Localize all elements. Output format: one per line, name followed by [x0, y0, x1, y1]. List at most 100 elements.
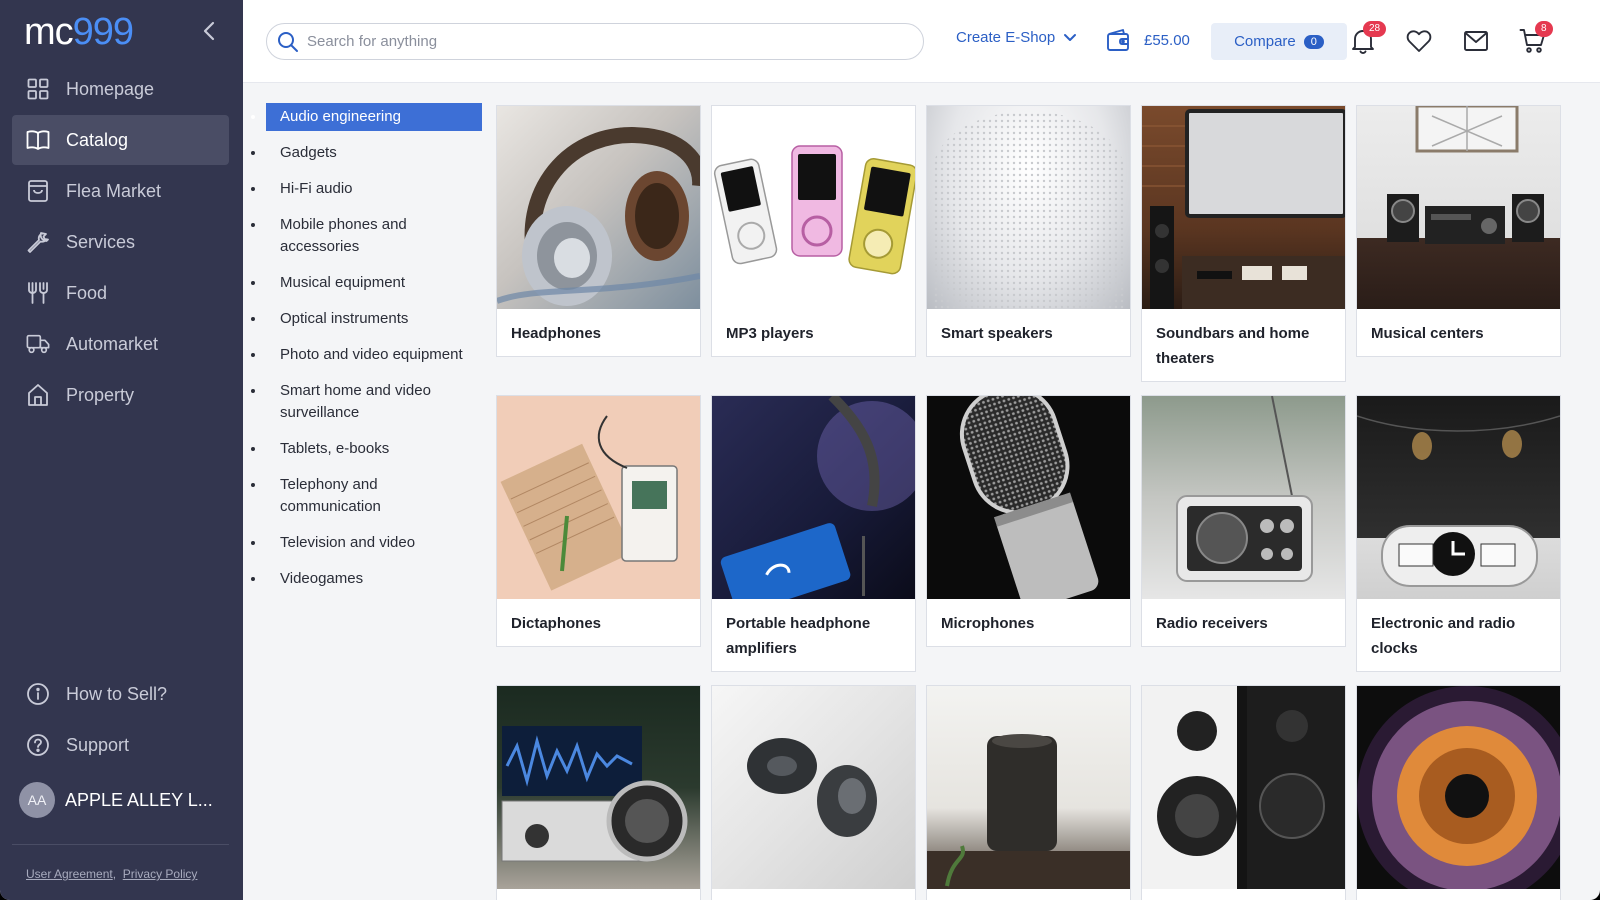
subcategory-label: [497, 889, 700, 900]
category-item-smart-home[interactable]: Smart home and video surveillance: [266, 373, 482, 431]
search-input[interactable]: [307, 33, 907, 50]
compare-label: Compare: [1234, 33, 1296, 50]
subcategory-label: Portable headphone amplifiers: [726, 615, 871, 657]
user-name: APPLE ALLEY L...: [65, 789, 213, 810]
subcategory-label: Smart speakers: [941, 325, 1053, 342]
create-eshop-dropdown[interactable]: Create E-Shop: [956, 29, 1077, 46]
category-item-gadgets[interactable]: Gadgets: [266, 135, 482, 171]
sidebar-item-how-to-sell[interactable]: How to Sell?: [12, 669, 229, 719]
grid-icon: [26, 77, 50, 101]
category-item-television[interactable]: Television and video: [266, 525, 482, 561]
subcategory-card-musical-centers[interactable]: Musical centers: [1356, 105, 1561, 357]
mail-icon: [1464, 31, 1488, 51]
subcategory-label: MP3 players: [726, 325, 814, 342]
subcategory-card-row3-4[interactable]: [1141, 685, 1346, 900]
user-agreement-link[interactable]: User Agreement: [26, 867, 113, 881]
sidebar-item-property[interactable]: Property: [12, 370, 229, 420]
musical-centers-image: [1357, 106, 1560, 309]
favorites-button[interactable]: [1405, 27, 1433, 55]
book-icon: [26, 128, 50, 152]
sidebar-item-support[interactable]: Support: [12, 720, 229, 770]
sidebar-item-label: Automarket: [66, 333, 159, 354]
mp3-players-image: [712, 106, 915, 309]
sidebar: mc 999 Homepage Catalog Flea Market Serv…: [0, 0, 243, 900]
earbuds-image: [712, 686, 915, 889]
subcategory-label: Soundbars and home theaters: [1156, 325, 1310, 367]
user-profile[interactable]: AA APPLE ALLEY L...: [19, 782, 229, 818]
wallet-balance[interactable]: £55.00: [1106, 28, 1190, 52]
subcategory-label: [712, 889, 915, 900]
subcategory-card-headphones[interactable]: Headphones: [496, 105, 701, 357]
subcategory-label: Radio receivers: [1156, 615, 1268, 632]
logo-number-text: 999: [72, 11, 134, 53]
category-item-telephony[interactable]: Telephony and communication: [266, 467, 482, 525]
sidebar-item-homepage[interactable]: Homepage: [12, 64, 229, 114]
subcategory-card-microphones[interactable]: Microphones: [926, 395, 1131, 647]
category-item-photo-video[interactable]: Photo and video equipment: [266, 337, 482, 373]
category-item-videogames[interactable]: Videogames: [266, 561, 482, 597]
sidebar-item-automarket[interactable]: Automarket: [12, 319, 229, 369]
sidebar-nav: Homepage Catalog Flea Market Services Fo…: [12, 64, 229, 421]
cart-count-badge: 8: [1535, 21, 1553, 37]
messages-button[interactable]: [1462, 27, 1490, 55]
subcategory-card-soundbars[interactable]: Soundbars and home theaters: [1141, 105, 1346, 382]
category-list: Audio engineering Gadgets Hi-Fi audio Mo…: [266, 103, 482, 597]
search-icon: [278, 31, 298, 52]
category-item-mobile-phones[interactable]: Mobile phones and accessories: [266, 207, 482, 265]
category-item-hifi-audio[interactable]: Hi-Fi audio: [266, 171, 482, 207]
subcategory-card-mp3-players[interactable]: MP3 players: [711, 105, 916, 357]
sidebar-item-label: Property: [66, 384, 135, 405]
avatar: AA: [19, 782, 55, 818]
sidebar-item-food[interactable]: Food: [12, 268, 229, 318]
bag-icon: [26, 179, 50, 203]
subcategory-card-row3-5[interactable]: [1356, 685, 1561, 900]
subcategory-card-clocks[interactable]: Electronic and radio clocks: [1356, 395, 1561, 672]
subcategory-card-row3-2[interactable]: [711, 685, 916, 900]
notifications-count-badge: 28: [1363, 21, 1387, 37]
subcategory-label: Headphones: [511, 325, 602, 342]
compare-count-badge: 0: [1303, 34, 1324, 49]
heart-icon: [1406, 30, 1432, 52]
smart-speakers-image: [927, 106, 1130, 309]
help-icon: [26, 733, 50, 757]
subcategory-label: Microphones: [941, 615, 1035, 632]
logo-mc-text: mc: [24, 11, 74, 53]
footer-links: User Agreement, Privacy Policy: [26, 867, 197, 881]
category-item-tablets[interactable]: Tablets, e-books: [266, 431, 482, 467]
truck-icon: [26, 332, 50, 356]
collapse-sidebar-button[interactable]: [197, 18, 221, 44]
cart-button[interactable]: 8: [1519, 21, 1553, 55]
subcategory-card-row3-1[interactable]: [496, 685, 701, 900]
sidebar-item-flea-market[interactable]: Flea Market: [12, 166, 229, 216]
privacy-policy-link[interactable]: Privacy Policy: [123, 867, 198, 881]
subcategory-label: [1142, 889, 1345, 900]
sidebar-item-label: Services: [66, 231, 136, 252]
sidebar-item-label: Support: [66, 734, 130, 755]
subcategory-label: Musical centers: [1371, 325, 1484, 342]
sidebar-bottom-nav: How to Sell? Support: [12, 669, 229, 771]
wallet-amount: £55.00: [1144, 31, 1190, 49]
search-box[interactable]: [266, 23, 924, 60]
sidebar-item-catalog[interactable]: Catalog: [12, 115, 229, 165]
fork-knife-icon: [26, 281, 50, 305]
compare-button[interactable]: Compare 0: [1211, 23, 1347, 60]
logo[interactable]: mc 999: [24, 11, 134, 53]
smart-speaker-cube-image: [927, 686, 1130, 889]
category-item-optical-instruments[interactable]: Optical instruments: [266, 301, 482, 337]
subcategory-card-headphone-amplifiers[interactable]: Portable headphone amplifiers: [711, 395, 916, 672]
loudspeakers-image: [1142, 686, 1345, 889]
sidebar-item-services[interactable]: Services: [12, 217, 229, 267]
subcategory-card-smart-speakers[interactable]: Smart speakers: [926, 105, 1131, 357]
category-item-audio-engineering[interactable]: Audio engineering: [266, 103, 482, 131]
sidebar-item-label: Catalog: [66, 129, 129, 150]
notifications-button[interactable]: 28: [1349, 21, 1387, 55]
soundbars-image: [1142, 106, 1345, 309]
subcategory-card-dictaphones[interactable]: Dictaphones: [496, 395, 701, 647]
subcategory-card-row3-3[interactable]: [926, 685, 1131, 900]
footer-separator: ,: [112, 867, 117, 881]
category-item-musical-equipment[interactable]: Musical equipment: [266, 265, 482, 301]
sidebar-item-label: Flea Market: [66, 180, 162, 201]
topbar: Create E-Shop £55.00 Compare 0 28 8: [243, 0, 1600, 83]
chevron-left-icon: [203, 21, 215, 41]
subcategory-card-radio-receivers[interactable]: Radio receivers: [1141, 395, 1346, 647]
